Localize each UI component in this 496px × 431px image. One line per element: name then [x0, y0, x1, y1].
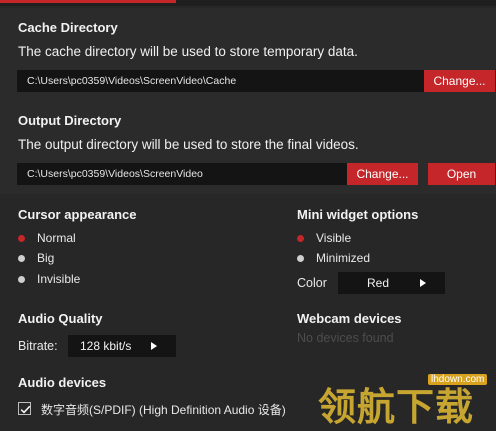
webcam-devices-heading: Webcam devices — [297, 311, 402, 326]
watermark-url: lhdown.com — [428, 374, 488, 385]
play-arrow-icon — [151, 342, 157, 350]
webcam-empty-text: No devices found — [297, 331, 394, 345]
output-directory-heading: Output Directory — [18, 113, 122, 128]
cursor-option-big-label[interactable]: Big — [37, 251, 54, 265]
radio-unselected-icon[interactable] — [297, 255, 304, 262]
output-path-field[interactable]: C:\Users\pc0359\Videos\ScreenVideo — [17, 163, 347, 185]
audio-quality-heading: Audio Quality — [18, 311, 103, 326]
cache-change-button[interactable]: Change... — [424, 70, 495, 92]
radio-selected-icon[interactable] — [297, 235, 304, 242]
cursor-option-normal-label[interactable]: Normal — [37, 231, 76, 245]
output-directory-section: Output Directory The output directory wi… — [0, 102, 496, 194]
radio-unselected-icon[interactable] — [18, 255, 25, 262]
bitrate-select[interactable]: 128 kbit/s — [68, 335, 176, 357]
mini-widget-option-visible-label[interactable]: Visible — [316, 231, 351, 245]
cache-directory-section: Cache Directory The cache directory will… — [0, 8, 496, 104]
radio-unselected-icon[interactable] — [18, 276, 25, 283]
color-label: Color — [297, 276, 327, 290]
output-open-button[interactable]: Open — [428, 163, 495, 185]
color-select[interactable]: Red — [338, 272, 445, 294]
audio-devices-heading: Audio devices — [18, 375, 107, 390]
checkbox-checked-icon[interactable] — [18, 402, 31, 415]
top-tab-strip — [0, 0, 496, 6]
cache-path-field[interactable]: C:\Users\pc0359\Videos\ScreenVideo\Cache — [17, 70, 424, 92]
bitrate-select-value: 128 kbit/s — [80, 339, 132, 353]
cache-directory-description: The cache directory will be used to stor… — [18, 44, 358, 59]
mini-widget-option-minimized-label[interactable]: Minimized — [316, 251, 370, 265]
cursor-appearance-heading: Cursor appearance — [18, 207, 137, 222]
cursor-option-invisible-label[interactable]: Invisible — [37, 272, 80, 286]
bitrate-label: Bitrate: — [18, 339, 58, 353]
output-change-button[interactable]: Change... — [347, 163, 418, 185]
cache-directory-heading: Cache Directory — [18, 20, 118, 35]
mini-widget-heading: Mini widget options — [297, 207, 419, 222]
play-arrow-icon — [420, 279, 426, 287]
color-select-value: Red — [367, 276, 390, 290]
watermark: 领航下载 lhdown.com — [318, 372, 496, 429]
audio-device-label[interactable]: 数字音频(S/PDIF) (High Definition Audio 设备) — [41, 401, 286, 418]
radio-selected-icon[interactable] — [18, 235, 25, 242]
active-tab-indicator — [0, 0, 176, 3]
output-directory-description: The output directory will be used to sto… — [18, 137, 359, 152]
